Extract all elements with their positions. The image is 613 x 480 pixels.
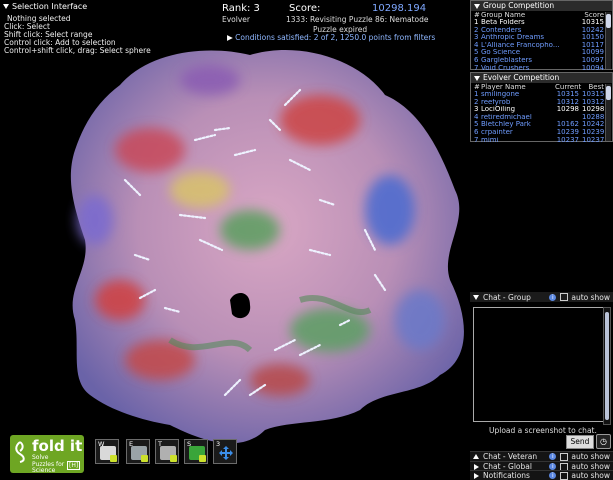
scroll-thumb[interactable]	[605, 312, 609, 420]
clock-icon[interactable]: ◷	[596, 434, 611, 449]
auto-show-checkbox[interactable]	[560, 471, 569, 480]
group-scrollbar[interactable]	[605, 12, 611, 69]
all-badge-icon	[110, 455, 117, 462]
conditions-toggle[interactable]: ▶ Conditions satisfied: 2 of 2, 1250.0 p…	[227, 33, 435, 42]
row-name: Go Science	[481, 49, 521, 57]
list-item[interactable]: 7 mimi 10237 10237	[471, 135, 612, 145]
collapse-icon[interactable]	[3, 4, 9, 9]
auto-show-label: auto show	[571, 292, 610, 302]
tool-button[interactable]: W	[95, 439, 119, 464]
row-name: Contenders	[481, 26, 522, 34]
row-name: reefyrob	[481, 98, 511, 106]
row-name: retiredmichael	[481, 113, 532, 121]
chat-veteran-bar[interactable]: Chat - Veteran i auto show	[470, 451, 613, 461]
evolver-competition-header[interactable]: Evolver Competition	[471, 73, 612, 83]
expand-icon[interactable]	[473, 454, 479, 459]
conditions-text: Conditions satisfied: 2 of 2, 1250.0 poi…	[235, 33, 436, 42]
logo-name: fold it	[32, 437, 83, 455]
selection-hint: Control+shift click, drag: Select sphere	[4, 46, 151, 55]
selection-panel-header[interactable]: Selection Interface	[3, 2, 87, 11]
collapse-icon[interactable]	[474, 75, 480, 81]
row-name: Gargleblasters	[481, 56, 533, 64]
row-rank: 7	[474, 135, 479, 144]
row-best: 10237	[582, 135, 605, 144]
puzzle-title: 1333: Revisiting Puzzle 86: Nematode	[286, 15, 429, 24]
send-button[interactable]: Send	[566, 435, 594, 449]
evolver-label: Evolver	[222, 15, 250, 24]
chat-scrollbar[interactable]	[603, 307, 611, 425]
auto-show-checkbox[interactable]	[560, 293, 569, 301]
expand-icon[interactable]	[474, 463, 479, 470]
row-name: Anthropic Dreams	[481, 34, 545, 42]
chat-veteran-label: Chat - Veteran	[483, 452, 538, 461]
all-badge-icon	[199, 455, 206, 462]
row-name: smilingone	[481, 91, 520, 98]
evolver-scrollbar[interactable]	[605, 84, 611, 141]
tool-button[interactable]: S	[184, 439, 208, 464]
info-icon[interactable]: i	[549, 453, 557, 460]
evolver-competition-title: Evolver Competition	[483, 73, 560, 82]
move-icon	[218, 446, 234, 460]
row-current: 10237	[556, 135, 579, 144]
all-badge-icon	[170, 455, 177, 462]
info-icon[interactable]: i	[549, 472, 557, 479]
row-name: L'Alliance Francopho...	[481, 41, 560, 49]
tool-button[interactable]: 3	[213, 439, 237, 464]
auto-show-checkbox[interactable]	[560, 452, 569, 461]
all-badge-icon	[141, 455, 148, 462]
collapse-icon[interactable]	[473, 294, 479, 300]
column-player-name: Player Name	[481, 83, 526, 91]
column-group-name: Group Name	[481, 11, 526, 19]
group-list: 1 Beta Folders 10315 2 Contenders 10242 3 Anthr…	[471, 18, 612, 72]
tool-button[interactable]: E	[126, 439, 150, 464]
scroll-thumb[interactable]	[606, 86, 611, 100]
row-current: 10298	[556, 105, 579, 114]
evolver-list: 1 smilingone 10315 10315 2 reefyrob 10312 10312…	[471, 90, 612, 145]
tunnel-hole	[230, 293, 251, 319]
auto-show-label: auto show	[571, 452, 610, 461]
group-competition-header[interactable]: Group Competition	[471, 1, 612, 11]
selection-panel-title: Selection Interface	[12, 2, 88, 11]
logo-badge: [H]	[67, 461, 81, 470]
group-competition-title: Group Competition	[483, 1, 555, 10]
collapse-icon[interactable]	[474, 3, 480, 9]
chat-group-header[interactable]: Chat - Group i auto show	[470, 292, 613, 302]
row-name: Beta Folders	[481, 19, 525, 26]
logo-tagline: Solve Puzzles for Science	[32, 454, 65, 474]
row-name: LociOiling	[481, 106, 516, 114]
group-competition-panel: Group Competition # Group Name Score 1 Be…	[470, 0, 613, 72]
tool-button[interactable]: T	[155, 439, 179, 464]
selection-panel: Selection Interface Nothing selected Cli…	[0, 0, 151, 58]
evolver-competition-panel: Evolver Competition # Player Name Curren…	[470, 72, 613, 145]
row-name: Bletchley Park	[481, 121, 531, 129]
expand-icon[interactable]	[474, 472, 479, 479]
info-icon[interactable]: i	[549, 293, 557, 301]
chat-messages[interactable]	[473, 307, 605, 422]
screenshot-hint: Upload a screenshot to chat.	[489, 426, 597, 435]
info-icon[interactable]: i	[549, 463, 557, 470]
row-name: crpainter	[481, 128, 513, 136]
row-name: mimi	[481, 136, 499, 144]
rank-label: Rank: 3	[222, 3, 260, 14]
score-label: Score:	[289, 3, 321, 14]
score-value: 10298.194	[372, 3, 427, 14]
expand-icon: ▶	[227, 33, 233, 42]
scroll-thumb[interactable]	[606, 14, 611, 28]
chat-group-label: Chat - Group	[483, 292, 531, 302]
ribbon-icon	[15, 441, 25, 463]
